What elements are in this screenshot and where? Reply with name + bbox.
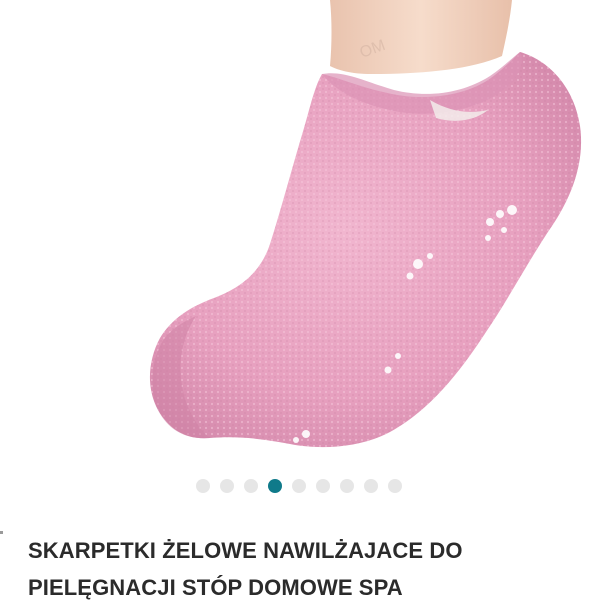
product-image: OM: [149, 0, 582, 448]
carousel-dot[interactable]: [316, 479, 330, 493]
carousel-dot[interactable]: [220, 479, 234, 493]
carousel-pagination: [0, 478, 598, 494]
carousel-dot[interactable]: [388, 479, 402, 493]
carousel-dot[interactable]: [244, 479, 258, 493]
carousel-dot-active[interactable]: [268, 479, 282, 493]
carousel-dot[interactable]: [340, 479, 354, 493]
carousel-dot[interactable]: [292, 479, 306, 493]
product-image-gallery[interactable]: OM: [0, 0, 598, 470]
edge-marker: [0, 531, 3, 534]
carousel-dot[interactable]: [364, 479, 378, 493]
product-title: SKARPETKI ŻELOWE NAWILŻAJACE DO PIELĘGNA…: [28, 538, 463, 600]
carousel-dot[interactable]: [196, 479, 210, 493]
leg-skin: [330, 0, 512, 74]
